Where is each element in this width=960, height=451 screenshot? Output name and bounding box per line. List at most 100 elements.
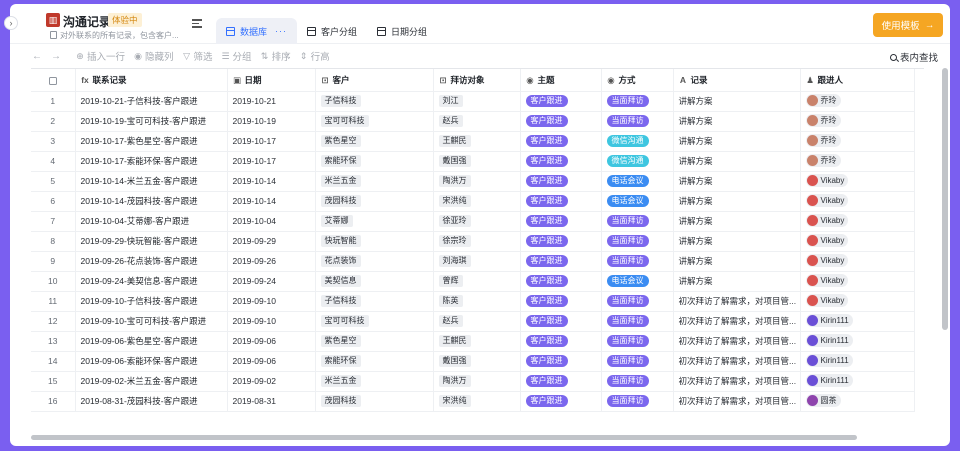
note-cell[interactable]: 初次拜访了解需求，对项目管... [673, 391, 801, 412]
method-cell[interactable]: 当面拜访 [601, 211, 674, 232]
contact-cell[interactable]: 宋洪纯 [433, 191, 521, 212]
topic-cell[interactable]: 客户跟进 [520, 391, 602, 412]
column-header[interactable]: ⊡ 拜访对象 [433, 69, 521, 92]
contact-cell[interactable]: 刘海琪 [433, 251, 521, 272]
row-index[interactable]: 16 [31, 391, 76, 412]
topic-cell[interactable]: 客户跟进 [520, 331, 602, 352]
method-cell[interactable]: 当面拜访 [601, 111, 674, 132]
assignee-cell[interactable]: Vikaby [800, 271, 915, 292]
date-cell[interactable]: 2019-09-10 [227, 291, 316, 312]
topic-cell[interactable]: 客户跟进 [520, 151, 602, 172]
row-index[interactable]: 15 [31, 371, 76, 392]
record-cell[interactable]: 2019-09-29-快玩智能-客户跟进 [75, 231, 228, 252]
method-cell[interactable]: 当面拜访 [601, 291, 674, 312]
table-row[interactable]: 4 2019-10-17-索能环保-客户跟进 2019-10-17 索能环保 戴国强 客户… [31, 151, 915, 172]
note-cell[interactable]: 讲解方案 [673, 271, 801, 292]
contact-cell[interactable]: 陈英 [433, 291, 521, 312]
assignee-cell[interactable]: Vikaby [800, 191, 915, 212]
record-cell[interactable]: 2019-09-10-子信科技-客户跟进 [75, 291, 228, 312]
column-header[interactable]: A 记录 [673, 69, 801, 92]
assignee-cell[interactable]: 圆茶 [800, 391, 915, 412]
client-cell[interactable]: 紫色星空 [315, 131, 434, 152]
note-cell[interactable]: 讲解方案 [673, 251, 801, 272]
note-cell[interactable]: 讲解方案 [673, 191, 801, 212]
topic-cell[interactable]: 客户跟进 [520, 371, 602, 392]
record-cell[interactable]: 2019-09-26-花点装饰-客户跟进 [75, 251, 228, 272]
note-cell[interactable]: 讲解方案 [673, 151, 801, 172]
column-header[interactable]: fx 联系记录 [75, 69, 228, 92]
topic-cell[interactable]: 客户跟进 [520, 91, 602, 112]
client-cell[interactable]: 美契信息 [315, 271, 434, 292]
table-row[interactable]: 2 2019-10-19-宝可可科技-客户跟进 2019-10-19 宝可可科技 赵兵 客… [31, 111, 915, 132]
record-cell[interactable]: 2019-08-31-茂园科技-客户跟进 [75, 391, 228, 412]
group-button[interactable]: ☰ 分组 [222, 49, 252, 64]
record-cell[interactable]: 2019-10-21-子信科技-客户跟进 [75, 91, 228, 112]
method-cell[interactable]: 电话会议 [601, 171, 674, 192]
contact-cell[interactable]: 徐宗玲 [433, 231, 521, 252]
record-cell[interactable]: 2019-09-06-紫色星空-客户跟进 [75, 331, 228, 352]
row-index[interactable]: 8 [31, 231, 76, 252]
topic-cell[interactable]: 客户跟进 [520, 291, 602, 312]
client-cell[interactable]: 茂园科技 [315, 391, 434, 412]
method-cell[interactable]: 微信沟通 [601, 151, 674, 172]
record-cell[interactable]: 2019-10-19-宝可可科技-客户跟进 [75, 111, 228, 132]
client-cell[interactable]: 花点装饰 [315, 251, 434, 272]
note-cell[interactable]: 讲解方案 [673, 131, 801, 152]
topic-cell[interactable]: 客户跟进 [520, 251, 602, 272]
method-cell[interactable]: 当面拜访 [601, 391, 674, 412]
assignee-cell[interactable]: Vikaby [800, 291, 915, 312]
record-cell[interactable]: 2019-10-17-索能环保-客户跟进 [75, 151, 228, 172]
row-index[interactable]: 7 [31, 211, 76, 232]
assignee-cell[interactable]: Vikaby [800, 231, 915, 252]
row-index[interactable]: 14 [31, 351, 76, 372]
table-row[interactable]: 3 2019-10-17-紫色星空-客户跟进 2019-10-17 紫色星空 王麒民 客户… [31, 131, 915, 152]
topic-cell[interactable]: 客户跟进 [520, 211, 602, 232]
date-cell[interactable]: 2019-10-17 [227, 151, 316, 172]
table-row[interactable]: 8 2019-09-29-快玩智能-客户跟进 2019-09-29 快玩智能 徐宗玲 客户… [31, 231, 915, 252]
record-cell[interactable]: 2019-10-17-紫色星空-客户跟进 [75, 131, 228, 152]
row-index[interactable]: 9 [31, 251, 76, 272]
note-cell[interactable]: 讲解方案 [673, 91, 801, 112]
topic-cell[interactable]: 客户跟进 [520, 131, 602, 152]
date-cell[interactable]: 2019-10-14 [227, 191, 316, 212]
record-cell[interactable]: 2019-09-10-宝可可科技-客户跟进 [75, 311, 228, 332]
row-index[interactable]: 3 [31, 131, 76, 152]
row-index[interactable]: 10 [31, 271, 76, 292]
more-icon[interactable]: ··· [275, 26, 287, 36]
tab-client-group[interactable]: 客户分组 [297, 18, 367, 44]
date-cell[interactable]: 2019-09-02 [227, 371, 316, 392]
row-index[interactable]: 5 [31, 171, 76, 192]
topic-cell[interactable]: 客户跟进 [520, 171, 602, 192]
table-row[interactable]: 15 2019-09-02-米兰五金-客户跟进 2019-09-02 米兰五金 陶洪万 客… [31, 371, 915, 392]
note-cell[interactable]: 讲解方案 [673, 171, 801, 192]
topic-cell[interactable]: 客户跟进 [520, 191, 602, 212]
date-cell[interactable]: 2019-10-04 [227, 211, 316, 232]
table-row[interactable]: 6 2019-10-14-茂园科技-客户跟进 2019-10-14 茂园科技 宋洪纯 客户… [31, 191, 915, 212]
table-row[interactable]: 7 2019-10-04-艾蒂娜-客户跟进 2019-10-04 艾蒂娜 徐亚玲 客户跟进… [31, 211, 915, 232]
table-row[interactable]: 9 2019-09-26-花点装饰-客户跟进 2019-09-26 花点装饰 刘海琪 客户… [31, 251, 915, 272]
method-cell[interactable]: 当面拜访 [601, 331, 674, 352]
find-in-table-button[interactable]: 表内查找 [889, 50, 938, 64]
contact-cell[interactable]: 徐亚玲 [433, 211, 521, 232]
row-index[interactable]: 4 [31, 151, 76, 172]
date-cell[interactable]: 2019-10-21 [227, 91, 316, 112]
date-cell[interactable]: 2019-10-19 [227, 111, 316, 132]
client-cell[interactable]: 紫色星空 [315, 331, 434, 352]
assignee-cell[interactable]: Vikaby [800, 211, 915, 232]
sidebar-toggle-icon[interactable]: › [4, 16, 18, 30]
hide-columns-button[interactable]: ◉ 隐藏列 [134, 49, 173, 64]
column-header[interactable]: ▣ 日期 [227, 69, 316, 92]
method-cell[interactable]: 微信沟通 [601, 131, 674, 152]
client-cell[interactable]: 宝可可科技 [315, 311, 434, 332]
row-index[interactable]: 11 [31, 291, 76, 312]
note-cell[interactable]: 讲解方案 [673, 231, 801, 252]
column-header[interactable]: ◉ 方式 [601, 69, 674, 92]
table-row[interactable]: 1 2019-10-21-子信科技-客户跟进 2019-10-21 子信科技 刘江 客户跟… [31, 91, 915, 112]
method-cell[interactable]: 当面拜访 [601, 231, 674, 252]
select-all-checkbox[interactable] [31, 69, 76, 92]
record-cell[interactable]: 2019-10-14-茂园科技-客户跟进 [75, 191, 228, 212]
insert-row-button[interactable]: ⊕ 插入一行 [76, 49, 125, 64]
contact-cell[interactable]: 王麒民 [433, 331, 521, 352]
method-cell[interactable]: 电话会议 [601, 271, 674, 292]
date-cell[interactable]: 2019-09-26 [227, 251, 316, 272]
